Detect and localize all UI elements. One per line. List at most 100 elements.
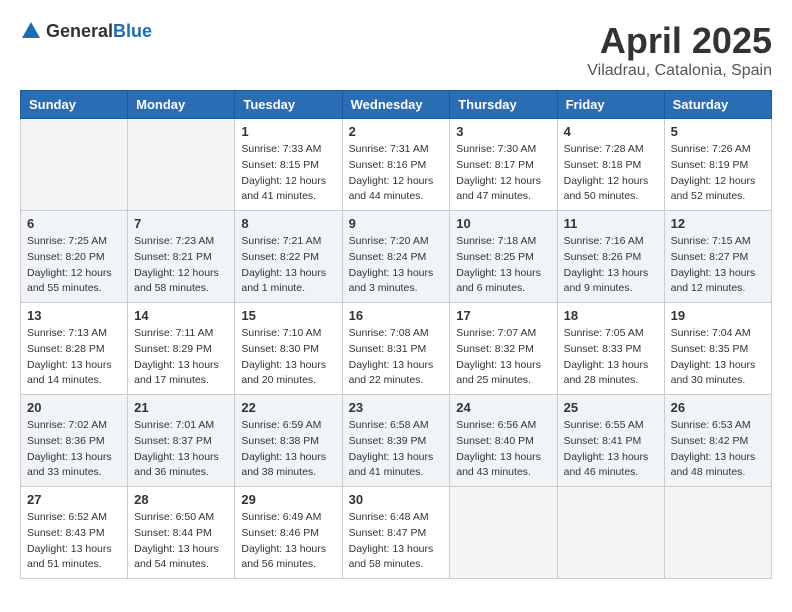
- calendar-table: Sunday Monday Tuesday Wednesday Thursday…: [20, 90, 772, 579]
- logo: GeneralBlue: [20, 20, 152, 42]
- calendar-cell: 26Sunrise: 6:53 AM Sunset: 8:42 PM Dayli…: [664, 395, 771, 487]
- day-info: Sunrise: 6:48 AM Sunset: 8:47 PM Dayligh…: [349, 510, 444, 573]
- calendar-cell: 2 Sunrise: 7:31 AM Sunset: 8:16 PM Daylig…: [342, 119, 450, 211]
- day-info: Sunrise: 6:58 AM Sunset: 8:39 PM Dayligh…: [349, 418, 444, 481]
- calendar-cell: 4 Sunrise: 7:28 AM Sunset: 8:18 PM Daylig…: [557, 119, 664, 211]
- day-info: Sunrise: 7:11 AM Sunset: 8:29 PM Dayligh…: [134, 326, 228, 389]
- calendar-cell: [128, 119, 235, 211]
- day-info: Sunrise: 6:52 AM Sunset: 8:43 PM Dayligh…: [27, 510, 121, 573]
- day-info: Sunrise: 7:04 AM Sunset: 8:35 PM Dayligh…: [671, 326, 765, 389]
- calendar-cell: 22Sunrise: 6:59 AM Sunset: 8:38 PM Dayli…: [235, 395, 342, 487]
- calendar-week-row: 1 Sunrise: 7:33 AM Sunset: 8:15 PM Daylig…: [21, 119, 772, 211]
- calendar-week-row: 20 Sunrise: 7:02 AM Sunset: 8:36 PM Dayli…: [21, 395, 772, 487]
- logo-blue: Blue: [113, 21, 152, 41]
- day-info: Sunrise: 6:56 AM Sunset: 8:40 PM Dayligh…: [456, 418, 550, 481]
- calendar-cell: [21, 119, 128, 211]
- day-number: 15: [241, 308, 335, 323]
- day-info: Sunrise: 7:30 AM Sunset: 8:17 PM Dayligh…: [456, 142, 550, 205]
- header-saturday: Saturday: [664, 91, 771, 119]
- day-number: 6: [27, 216, 121, 231]
- calendar-cell: 20 Sunrise: 7:02 AM Sunset: 8:36 PM Dayli…: [21, 395, 128, 487]
- calendar-cell: 27 Sunrise: 6:52 AM Sunset: 8:43 PM Dayli…: [21, 487, 128, 579]
- title-area: April 2025 Viladrau, Catalonia, Spain: [587, 20, 772, 80]
- location-title: Viladrau, Catalonia, Spain: [587, 62, 772, 80]
- day-info: Sunrise: 7:02 AM Sunset: 8:36 PM Dayligh…: [27, 418, 121, 481]
- calendar-cell: [664, 487, 771, 579]
- calendar-cell: 15 Sunrise: 7:10 AM Sunset: 8:30 PM Dayli…: [235, 303, 342, 395]
- day-info: Sunrise: 7:25 AM Sunset: 8:20 PM Dayligh…: [27, 234, 121, 297]
- calendar-cell: 14 Sunrise: 7:11 AM Sunset: 8:29 PM Dayli…: [128, 303, 235, 395]
- day-number: 1: [241, 124, 335, 139]
- calendar-cell: 16Sunrise: 7:08 AM Sunset: 8:31 PM Dayli…: [342, 303, 450, 395]
- day-number: 28: [134, 492, 228, 507]
- calendar-cell: 28 Sunrise: 6:50 AM Sunset: 8:44 PM Dayli…: [128, 487, 235, 579]
- day-number: 9: [349, 216, 444, 231]
- header-sunday: Sunday: [21, 91, 128, 119]
- day-info: Sunrise: 7:16 AM Sunset: 8:26 PM Dayligh…: [564, 234, 658, 297]
- logo-general: General: [46, 21, 113, 41]
- day-number: 17: [456, 308, 550, 323]
- calendar-cell: 10 Sunrise: 7:18 AM Sunset: 8:25 PM Dayli…: [450, 211, 557, 303]
- day-number: 20: [27, 400, 121, 415]
- day-info: Sunrise: 6:59 AM Sunset: 8:38 PM Dayligh…: [241, 418, 335, 481]
- calendar-cell: 3 Sunrise: 7:30 AM Sunset: 8:17 PM Daylig…: [450, 119, 557, 211]
- day-info: Sunrise: 6:50 AM Sunset: 8:44 PM Dayligh…: [134, 510, 228, 573]
- header-thursday: Thursday: [450, 91, 557, 119]
- day-info: Sunrise: 7:31 AM Sunset: 8:16 PM Dayligh…: [349, 142, 444, 205]
- day-info: Sunrise: 7:05 AM Sunset: 8:33 PM Dayligh…: [564, 326, 658, 389]
- header-wednesday: Wednesday: [342, 91, 450, 119]
- day-info: Sunrise: 6:55 AM Sunset: 8:41 PM Dayligh…: [564, 418, 658, 481]
- calendar-week-row: 6 Sunrise: 7:25 AM Sunset: 8:20 PM Daylig…: [21, 211, 772, 303]
- day-info: Sunrise: 6:49 AM Sunset: 8:46 PM Dayligh…: [241, 510, 335, 573]
- day-number: 18: [564, 308, 658, 323]
- day-info: Sunrise: 7:10 AM Sunset: 8:30 PM Dayligh…: [241, 326, 335, 389]
- calendar-cell: 8Sunrise: 7:21 AM Sunset: 8:22 PM Daylig…: [235, 211, 342, 303]
- day-info: Sunrise: 7:08 AM Sunset: 8:31 PM Dayligh…: [349, 326, 444, 389]
- calendar-cell: 25 Sunrise: 6:55 AM Sunset: 8:41 PM Dayli…: [557, 395, 664, 487]
- calendar-cell: 12 Sunrise: 7:15 AM Sunset: 8:27 PM Dayli…: [664, 211, 771, 303]
- day-number: 11: [564, 216, 658, 231]
- calendar-cell: 18 Sunrise: 7:05 AM Sunset: 8:33 PM Dayli…: [557, 303, 664, 395]
- day-number: 7: [134, 216, 228, 231]
- generalblue-logo-icon: [20, 20, 42, 42]
- day-info: Sunrise: 7:26 AM Sunset: 8:19 PM Dayligh…: [671, 142, 765, 205]
- day-number: 8: [241, 216, 335, 231]
- day-number: 4: [564, 124, 658, 139]
- day-info: Sunrise: 7:20 AM Sunset: 8:24 PM Dayligh…: [349, 234, 444, 297]
- day-info: Sunrise: 7:33 AM Sunset: 8:15 PM Dayligh…: [241, 142, 335, 205]
- logo-text: GeneralBlue: [46, 21, 152, 42]
- day-number: 21: [134, 400, 228, 415]
- calendar-header-row: Sunday Monday Tuesday Wednesday Thursday…: [21, 91, 772, 119]
- calendar-cell: [450, 487, 557, 579]
- calendar-cell: 21 Sunrise: 7:01 AM Sunset: 8:37 PM Dayli…: [128, 395, 235, 487]
- calendar-week-row: 13 Sunrise: 7:13 AM Sunset: 8:28 PM Dayli…: [21, 303, 772, 395]
- day-info: Sunrise: 7:15 AM Sunset: 8:27 PM Dayligh…: [671, 234, 765, 297]
- day-info: Sunrise: 7:18 AM Sunset: 8:25 PM Dayligh…: [456, 234, 550, 297]
- day-number: 27: [27, 492, 121, 507]
- day-number: 12: [671, 216, 765, 231]
- calendar-cell: 23 Sunrise: 6:58 AM Sunset: 8:39 PM Dayli…: [342, 395, 450, 487]
- day-number: 30: [349, 492, 444, 507]
- day-number: 10: [456, 216, 550, 231]
- calendar-cell: 7Sunrise: 7:23 AM Sunset: 8:21 PM Daylig…: [128, 211, 235, 303]
- calendar-cell: 5 Sunrise: 7:26 AM Sunset: 8:19 PM Daylig…: [664, 119, 771, 211]
- day-number: 3: [456, 124, 550, 139]
- day-number: 13: [27, 308, 121, 323]
- day-number: 5: [671, 124, 765, 139]
- day-info: Sunrise: 7:01 AM Sunset: 8:37 PM Dayligh…: [134, 418, 228, 481]
- calendar-cell: 30 Sunrise: 6:48 AM Sunset: 8:47 PM Dayli…: [342, 487, 450, 579]
- day-number: 29: [241, 492, 335, 507]
- header-tuesday: Tuesday: [235, 91, 342, 119]
- day-number: 14: [134, 308, 228, 323]
- day-number: 25: [564, 400, 658, 415]
- calendar-cell: 13 Sunrise: 7:13 AM Sunset: 8:28 PM Dayli…: [21, 303, 128, 395]
- calendar-cell: 19Sunrise: 7:04 AM Sunset: 8:35 PM Dayli…: [664, 303, 771, 395]
- day-number: 26: [671, 400, 765, 415]
- day-number: 2: [349, 124, 444, 139]
- page-header: GeneralBlue April 2025 Viladrau, Catalon…: [20, 20, 772, 80]
- day-number: 24: [456, 400, 550, 415]
- day-info: Sunrise: 7:28 AM Sunset: 8:18 PM Dayligh…: [564, 142, 658, 205]
- day-info: Sunrise: 7:13 AM Sunset: 8:28 PM Dayligh…: [27, 326, 121, 389]
- calendar-cell: 9 Sunrise: 7:20 AM Sunset: 8:24 PM Daylig…: [342, 211, 450, 303]
- day-number: 23: [349, 400, 444, 415]
